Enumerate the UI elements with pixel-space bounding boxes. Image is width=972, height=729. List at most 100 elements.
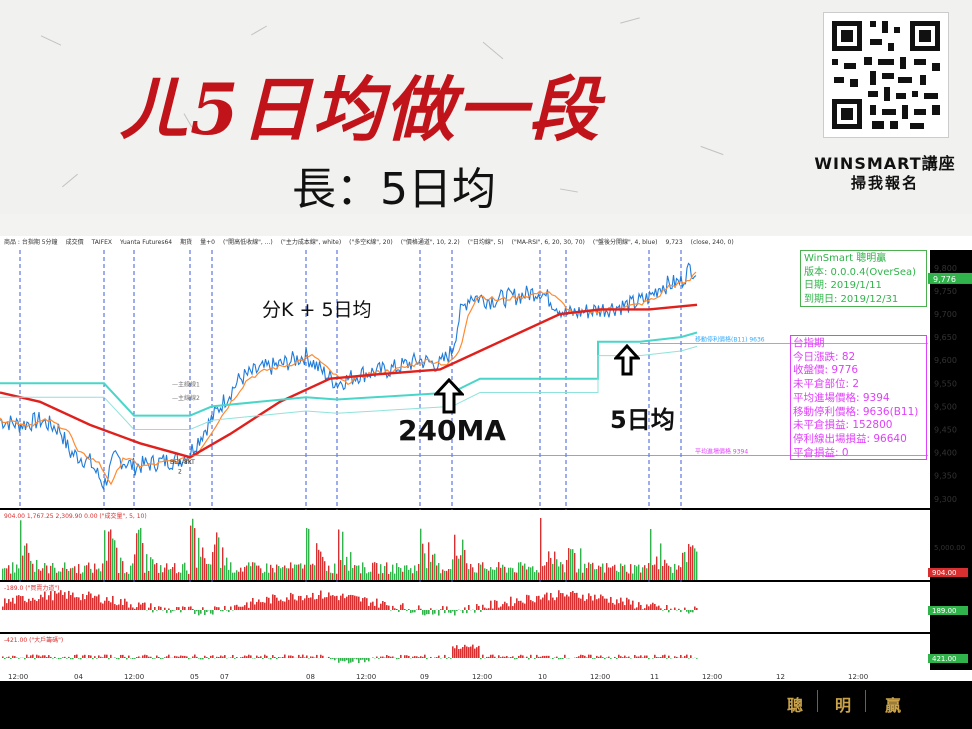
- volume-bar: [380, 564, 382, 580]
- bigplayer-bar: [130, 658, 132, 659]
- power-bar: [456, 610, 458, 612]
- power-bar: [142, 602, 144, 610]
- volume-bar: [8, 565, 10, 580]
- power-bar: [430, 608, 432, 610]
- bigplayer-last-label: 421.00: [932, 655, 957, 663]
- info-line: 未平倉損益: 152800: [793, 419, 893, 432]
- price-tick-label: 9,550: [934, 379, 957, 388]
- power-bar: [122, 604, 124, 610]
- bigplayer-bar: [244, 655, 246, 658]
- bigplayer-bar: [66, 658, 68, 659]
- volume-bar: [318, 549, 320, 580]
- power-bar: [128, 607, 130, 610]
- toolbar-item[interactable]: Yuanta Futures64: [120, 239, 172, 246]
- volume-bar: [260, 568, 262, 580]
- volume-bar: [680, 567, 682, 580]
- toolbar-item[interactable]: TAIFEX: [92, 239, 112, 246]
- volume-bar: [688, 543, 690, 580]
- volume-bar: [82, 572, 84, 580]
- toolbar-item[interactable]: ("價格通道", 10, 2.2): [401, 239, 460, 246]
- bigplayer-bar: [124, 656, 126, 658]
- power-bar: [580, 598, 582, 610]
- bigplayer-bar: [84, 654, 86, 658]
- toolbar-item[interactable]: 9,723: [665, 239, 682, 246]
- volume-bar: [190, 525, 192, 580]
- power-bar: [378, 607, 380, 610]
- power-bar: [640, 604, 642, 610]
- power-bar: [356, 596, 358, 610]
- toolbar-item[interactable]: ("主力成本線", white): [281, 239, 341, 246]
- bigplayer-bar: [404, 655, 406, 658]
- bigplayer-bar: [368, 658, 370, 662]
- bigplayer-bar: [608, 656, 610, 658]
- qr-code-icon[interactable]: [823, 12, 949, 138]
- power-bar: [476, 604, 478, 610]
- power-bar: [576, 592, 578, 610]
- bigplayer-bar: [534, 658, 536, 659]
- volume-bar: [554, 551, 556, 580]
- time-tick-label: 12:00: [848, 673, 868, 681]
- toolbar-item[interactable]: ("日均線", 5): [468, 239, 504, 246]
- bigplayer-bar: [306, 655, 308, 658]
- bigplayer-bar: [328, 656, 330, 658]
- volume-bar: [656, 556, 658, 580]
- toolbar-item[interactable]: ("開高低收線", ...): [223, 239, 273, 246]
- info-line: WinSmart 聰明贏: [804, 253, 887, 264]
- bigplayer-bar: [466, 646, 468, 658]
- volume-bar: [454, 534, 456, 580]
- bigplayer-bar: [42, 655, 44, 658]
- volume-bar: [634, 564, 636, 580]
- volume-bar: [658, 569, 660, 580]
- toolbar-item[interactable]: ("MA-RSI", 6, 20, 30, 70): [512, 239, 585, 246]
- power-bar: [446, 606, 448, 610]
- power-bar: [66, 598, 68, 610]
- power-bar: [218, 607, 220, 610]
- bigplayer-bar: [656, 656, 658, 658]
- toolbar-item[interactable]: 期貨: [180, 239, 192, 246]
- volume-bar: [78, 564, 80, 580]
- bigplayer-bar: [416, 656, 418, 658]
- power-bar: [658, 605, 660, 610]
- power-bar: [70, 595, 72, 610]
- bigplayer-bar: [204, 655, 206, 658]
- power-bar: [496, 600, 498, 610]
- bigplayer-bar: [332, 658, 334, 659]
- power-bar: [570, 592, 572, 610]
- toolbar-item[interactable]: ("盤後分開線", 4, blue): [593, 239, 658, 246]
- bigplayer-bar: [506, 656, 508, 658]
- volume-bar: [620, 563, 622, 580]
- volume-bar: [126, 572, 128, 580]
- volume-bar: [50, 565, 52, 580]
- volume-bar: [4, 568, 6, 580]
- power-bar: [80, 600, 82, 610]
- volume-bar: [524, 563, 526, 580]
- toolbar-item[interactable]: 商品 : 台指期 5分鐘: [4, 239, 58, 246]
- volume-bar: [76, 572, 78, 580]
- bigplayer-bar: [398, 658, 400, 659]
- volume-bar: [2, 568, 4, 580]
- power-bar: [680, 610, 682, 613]
- toolbar-item[interactable]: ("多空K線", 20): [349, 239, 393, 246]
- volume-bar: [636, 566, 638, 580]
- volume-bar: [130, 565, 132, 580]
- bigplayer-bar: [14, 656, 16, 658]
- toolbar-item[interactable]: (close, 240, 0): [691, 239, 734, 246]
- volume-bar: [238, 571, 240, 580]
- power-bar: [498, 607, 500, 610]
- volume-bar: [66, 568, 68, 580]
- power-bar: [366, 598, 368, 610]
- volume-bar: [18, 568, 20, 580]
- volume-bar: [156, 562, 158, 580]
- bigplayer-bar: [618, 654, 620, 658]
- toolbar-item[interactable]: 量+0: [200, 239, 215, 246]
- bigplayer-bar: [542, 655, 544, 658]
- bigplayer-bar: [470, 646, 472, 658]
- toolbar-item[interactable]: 成交價: [66, 239, 84, 246]
- power-bar: [352, 595, 354, 610]
- power-bar: [26, 602, 28, 610]
- power-bar: [666, 604, 668, 610]
- volume-bar: [28, 552, 30, 580]
- volume-bar: [514, 572, 516, 580]
- volume-bar: [488, 570, 490, 580]
- volume-bar: [354, 565, 356, 580]
